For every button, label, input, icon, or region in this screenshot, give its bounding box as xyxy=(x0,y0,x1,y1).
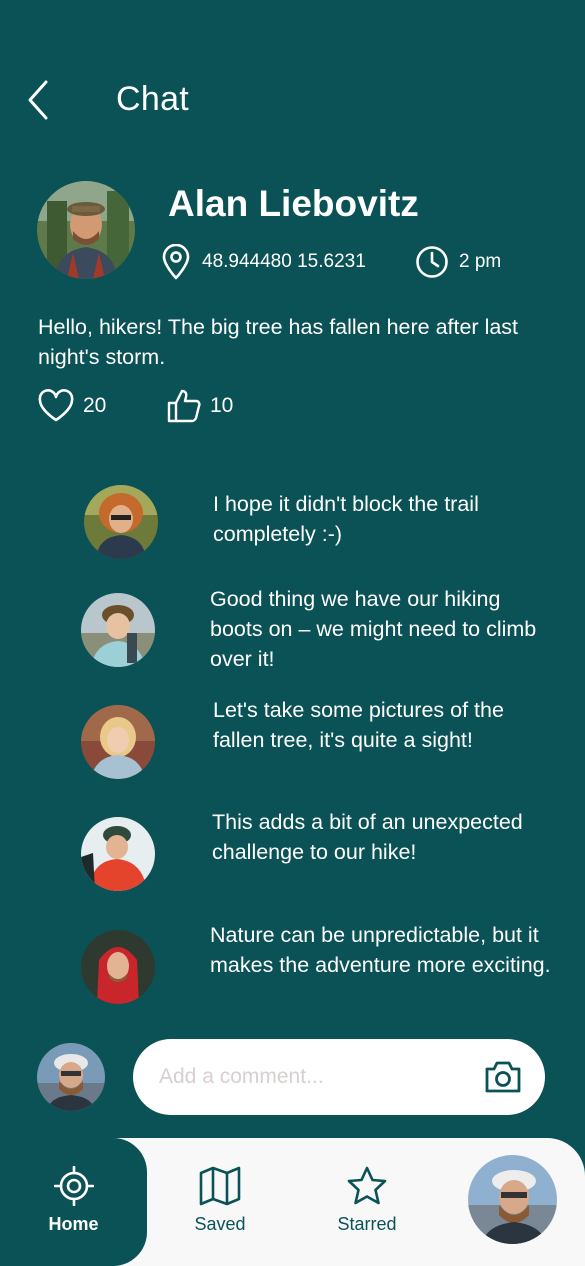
commenter-avatar[interactable] xyxy=(81,593,155,667)
nav-saved[interactable]: Saved xyxy=(160,1138,280,1266)
coordinates-text: 48.944480 15.6231 xyxy=(202,251,366,272)
time-text: 2 pm xyxy=(459,251,502,272)
back-button[interactable] xyxy=(22,78,62,122)
map-icon xyxy=(199,1166,241,1206)
star-icon xyxy=(347,1166,387,1205)
comment-input[interactable] xyxy=(159,1057,459,1097)
comment-text: I hope it didn't block the trail complet… xyxy=(213,492,479,546)
page-title: Chat xyxy=(116,80,190,118)
target-icon xyxy=(53,1166,94,1206)
camera-button[interactable] xyxy=(483,1059,523,1095)
heart-icon xyxy=(38,389,74,422)
map-pin-icon xyxy=(162,244,190,280)
author-avatar[interactable] xyxy=(37,181,135,279)
current-user-avatar[interactable] xyxy=(37,1043,105,1111)
post-text: Hello, hikers! The big tree has fallen h… xyxy=(38,315,519,369)
likes-count: 20 xyxy=(83,394,107,417)
nav-saved-label: Saved xyxy=(194,1214,246,1234)
commenter-avatar[interactable] xyxy=(84,485,158,559)
chevron-left-icon xyxy=(28,80,48,120)
nav-starred[interactable]: Starred xyxy=(307,1138,427,1266)
thumbs-up-count: 10 xyxy=(210,394,234,417)
profile-avatar[interactable] xyxy=(468,1155,557,1244)
thumbs-up-button[interactable]: 10 xyxy=(166,386,233,426)
nav-home[interactable]: Home xyxy=(0,1138,147,1266)
comment-text: This adds a bit of an unexpected challen… xyxy=(212,810,523,864)
commenter-avatar[interactable] xyxy=(81,705,155,779)
nav-home-label: Home xyxy=(48,1214,99,1234)
nav-starred-label: Starred xyxy=(337,1214,397,1234)
author-name: Alan Liebovitz xyxy=(168,183,419,224)
commenter-avatar[interactable] xyxy=(81,930,155,1004)
clock-icon xyxy=(416,246,448,278)
time-meta: 2 pm xyxy=(415,244,501,280)
thumbs-up-icon xyxy=(167,389,201,423)
like-button[interactable]: 20 xyxy=(37,386,106,426)
commenter-avatar[interactable] xyxy=(81,817,155,891)
comment-composer xyxy=(133,1039,545,1115)
comment-text: Nature can be unpredictable, but it make… xyxy=(210,923,551,977)
location-meta: 48.944480 15.6231 xyxy=(160,244,366,280)
camera-icon xyxy=(485,1061,521,1093)
bottom-nav: Home Saved Starred xyxy=(0,1138,585,1266)
header: Chat xyxy=(0,70,585,130)
comment-text: Good thing we have our hiking boots on –… xyxy=(210,587,537,671)
comment-text: Let's take some pictures of the fallen t… xyxy=(213,698,504,752)
